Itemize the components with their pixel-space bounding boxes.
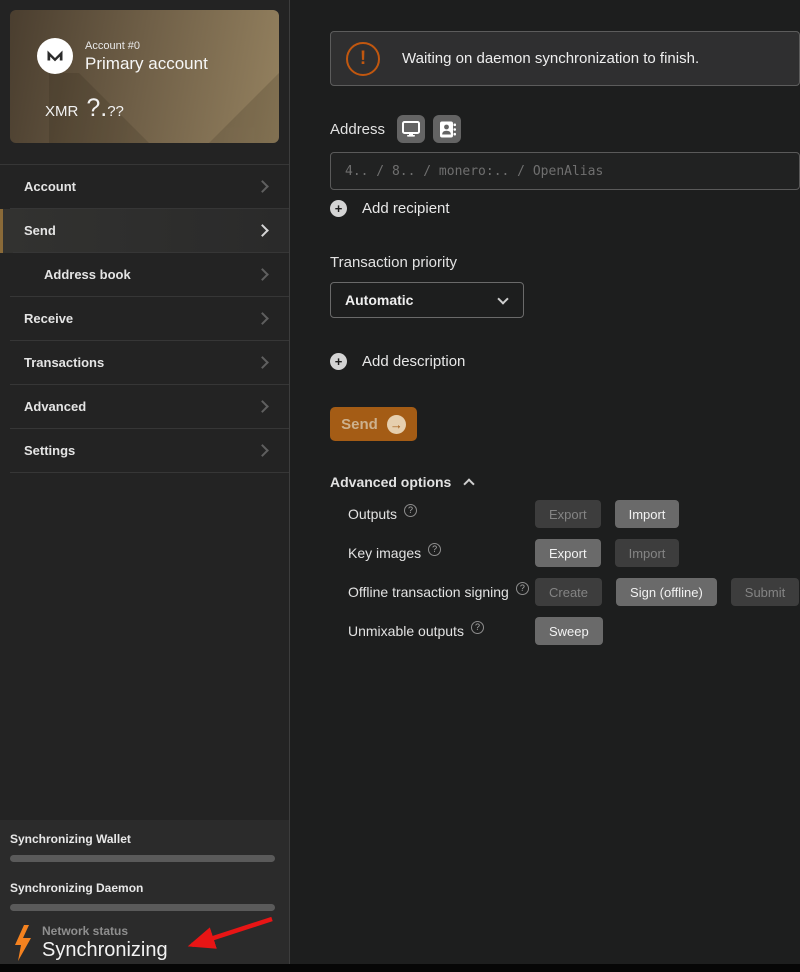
sidebar-item-advanced[interactable]: Advanced <box>0 385 289 429</box>
sidebar: Account #0 Primary account XMR ?. ?? Acc… <box>0 0 290 964</box>
daemon-sync-progress-bar <box>10 904 275 911</box>
balance-fraction: ?? <box>107 103 124 120</box>
sidebar-item-receive[interactable]: Receive <box>0 297 289 341</box>
sidebar-item-transactions[interactable]: Transactions <box>0 341 289 385</box>
chevron-up-icon <box>464 478 475 489</box>
sidebar-item-send[interactable]: Send <box>0 209 289 253</box>
arrow-right-icon: → <box>387 415 406 434</box>
sidebar-item-address-book[interactable]: Address book <box>0 253 289 297</box>
daemon-sync-label: Synchronizing Daemon <box>10 881 289 895</box>
send-page: ! Waiting on daemon synchronization to f… <box>291 0 800 964</box>
sidebar-item-label: Send <box>24 223 56 238</box>
advanced-options-toggle[interactable]: Advanced options <box>330 473 473 491</box>
address-book-button[interactable] <box>433 115 461 143</box>
help-icon[interactable]: ? <box>428 543 441 556</box>
outputs-export-button[interactable]: Export <box>535 500 601 528</box>
network-status-row[interactable]: Network status Synchronizing <box>12 924 289 962</box>
address-input[interactable] <box>330 152 800 190</box>
account-index: Account #0 <box>85 40 208 52</box>
network-status-texts: Network status Synchronizing <box>42 924 168 962</box>
sidebar-item-label: Receive <box>24 311 73 326</box>
sidebar-item-label: Transactions <box>24 355 104 370</box>
sync-status-panel: Synchronizing Wallet Synchronizing Daemo… <box>0 820 289 964</box>
resolve-address-button[interactable] <box>397 115 425 143</box>
sidebar-item-label: Account <box>24 179 76 194</box>
address-label: Address <box>330 121 385 138</box>
chevron-right-icon <box>256 444 269 457</box>
add-description-label: Add description <box>362 353 465 370</box>
chevron-right-icon <box>256 312 269 325</box>
balance-integer: ?. <box>86 94 107 123</box>
add-description-button[interactable]: + Add description <box>330 352 465 370</box>
warning-icon: ! <box>346 42 380 76</box>
key-images-import-button[interactable]: Import <box>615 539 680 567</box>
sidebar-item-settings[interactable]: Settings <box>0 429 289 473</box>
balance-display: XMR ?. ?? <box>45 94 124 123</box>
help-icon[interactable]: ? <box>516 582 529 595</box>
offline-submit-button[interactable]: Submit <box>731 578 799 606</box>
offline-create-button[interactable]: Create <box>535 578 602 606</box>
account-card-titles: Account #0 Primary account <box>85 38 208 74</box>
network-status-label: Network status <box>42 924 168 938</box>
chevron-right-icon <box>256 180 269 193</box>
wallet-sync-label: Synchronizing Wallet <box>10 832 289 846</box>
key-images-row: Key images ? Export Import <box>330 539 800 578</box>
address-field-row: Address <box>330 115 800 143</box>
outputs-row: Outputs ? Export Import <box>330 500 800 539</box>
address-book-icon <box>439 121 456 138</box>
plus-icon: + <box>330 353 347 370</box>
offline-sign-button[interactable]: Sign (offline) <box>616 578 717 606</box>
chevron-down-icon <box>497 293 508 304</box>
chevron-right-icon <box>256 400 269 413</box>
key-images-export-button[interactable]: Export <box>535 539 601 567</box>
account-card-header: Account #0 Primary account <box>37 38 208 74</box>
chevron-right-icon <box>256 268 269 281</box>
sidebar-item-label: Advanced <box>24 399 86 414</box>
plus-icon: + <box>330 200 347 217</box>
sidebar-menu: Account Send Address book Receive Transa… <box>0 164 289 473</box>
sidebar-item-label: Address book <box>44 267 131 282</box>
advanced-options-panel: Outputs ? Export Import Key images ? Exp… <box>330 500 800 656</box>
chevron-right-icon <box>256 224 269 237</box>
advanced-options-label: Advanced options <box>330 474 451 490</box>
outputs-import-button[interactable]: Import <box>615 500 680 528</box>
daemon-sync-banner: ! Waiting on daemon synchronization to f… <box>330 31 800 86</box>
help-icon[interactable]: ? <box>471 621 484 634</box>
bottom-strip <box>0 964 800 972</box>
wallet-sync-progress-bar <box>10 855 275 862</box>
monitor-icon <box>402 121 420 137</box>
sidebar-item-label: Settings <box>24 443 75 458</box>
help-icon[interactable]: ? <box>404 504 417 517</box>
priority-dropdown[interactable]: Automatic <box>330 282 524 318</box>
unmixable-outputs-row: Unmixable outputs ? Sweep <box>330 617 800 656</box>
sidebar-item-account[interactable]: Account <box>0 165 289 209</box>
send-button-label: Send <box>341 416 378 433</box>
lightning-icon <box>12 925 34 961</box>
account-name: Primary account <box>85 54 208 74</box>
monero-wallet-window: Account #0 Primary account XMR ?. ?? Acc… <box>0 0 800 972</box>
priority-selected-value: Automatic <box>345 292 413 308</box>
account-card[interactable]: Account #0 Primary account XMR ?. ?? <box>10 10 279 143</box>
send-button[interactable]: Send → <box>330 407 417 441</box>
add-recipient-button[interactable]: + Add recipient <box>330 199 450 217</box>
priority-label: Transaction priority <box>330 254 800 271</box>
network-status-value: Synchronizing <box>42 939 168 962</box>
banner-message: Waiting on daemon synchronization to fin… <box>402 50 699 67</box>
monero-logo-icon <box>37 38 73 74</box>
monero-watermark-icon <box>49 13 279 143</box>
balance-currency: XMR <box>45 103 78 120</box>
add-recipient-label: Add recipient <box>362 200 450 217</box>
offline-signing-row: Offline transaction signing ? Create Sig… <box>330 578 800 617</box>
chevron-right-icon <box>256 356 269 369</box>
sweep-button[interactable]: Sweep <box>535 617 603 645</box>
